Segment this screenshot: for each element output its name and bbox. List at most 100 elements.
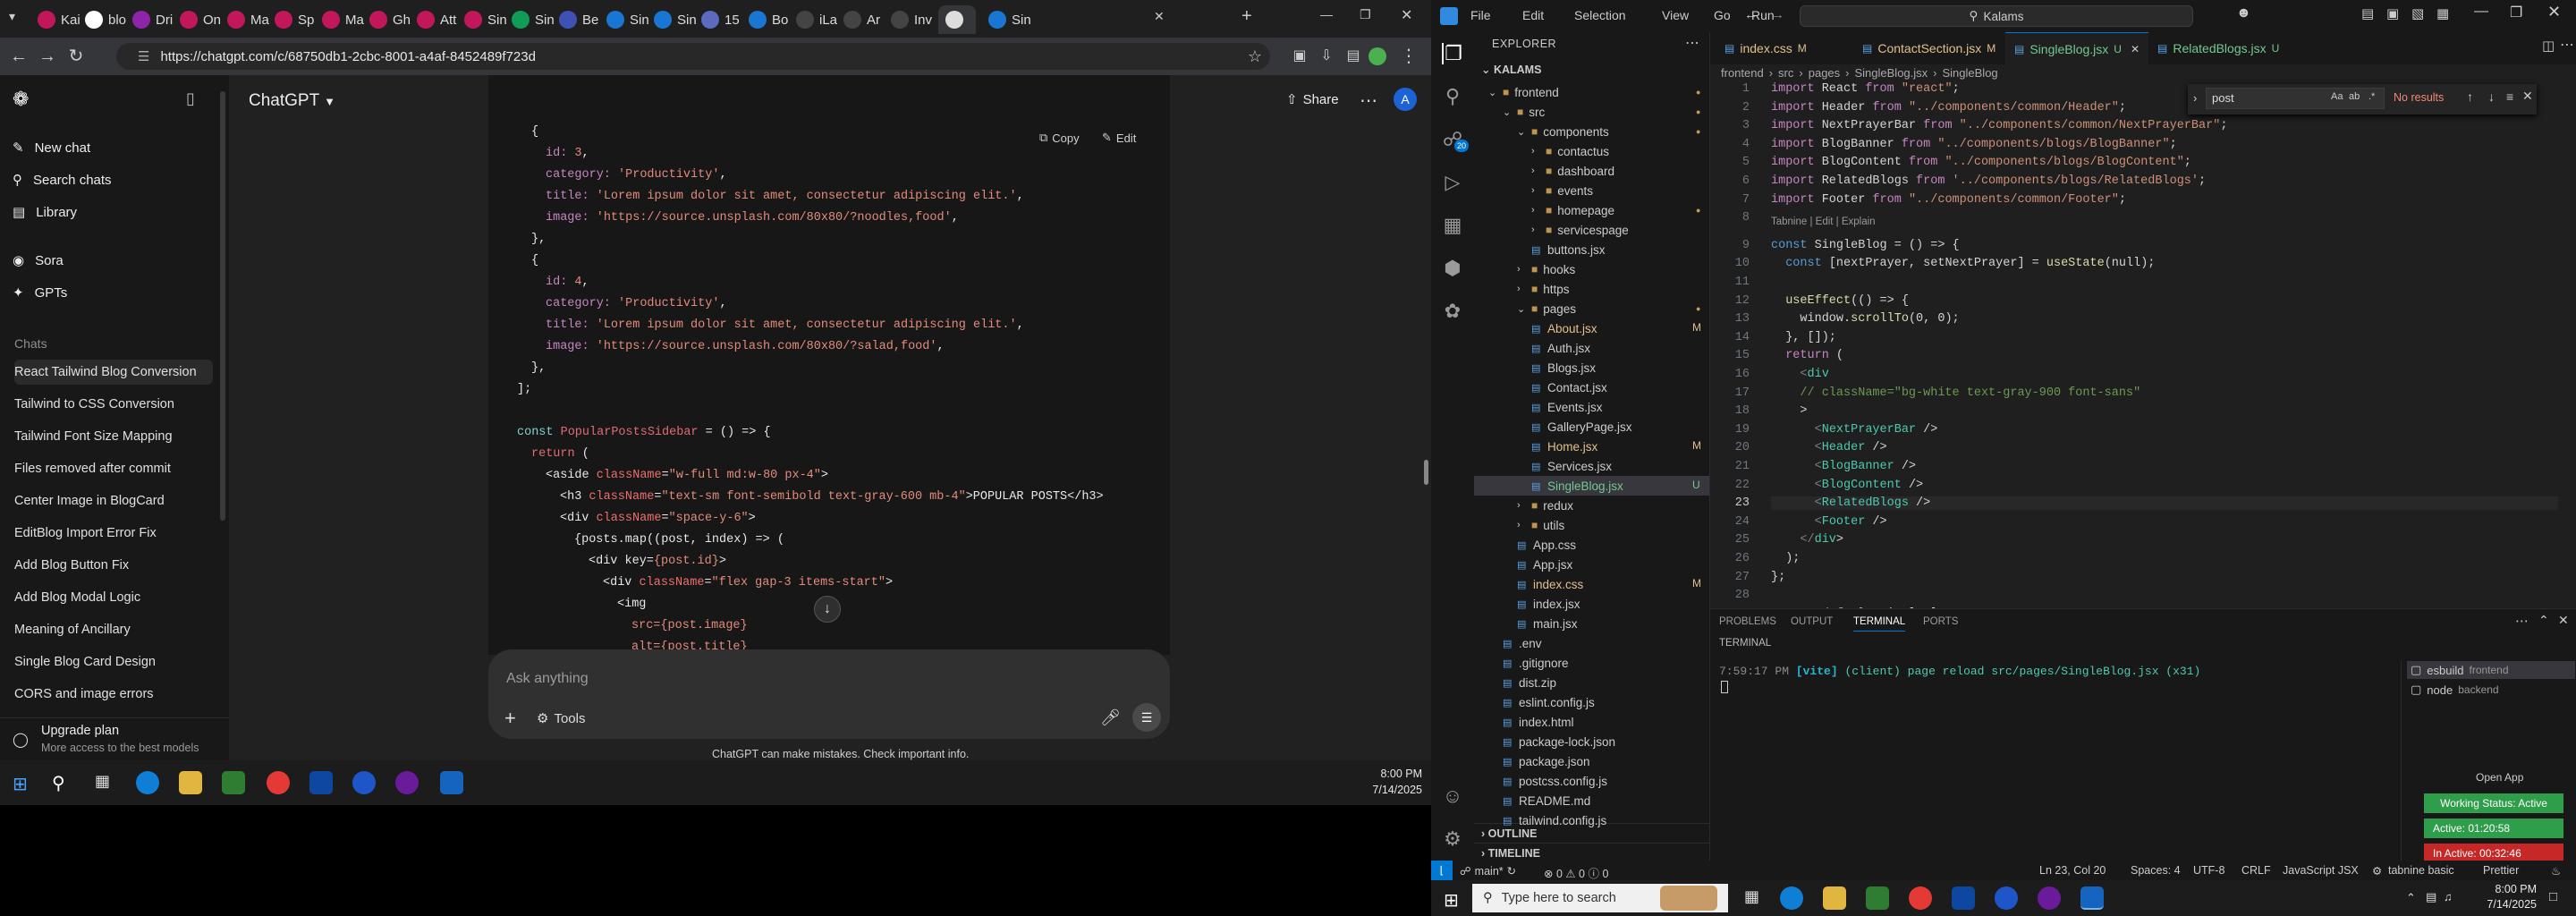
eol[interactable]: CRLF	[2241, 864, 2271, 877]
minimize-icon[interactable]: —	[2474, 4, 2488, 20]
browser-tab[interactable]: Sin	[654, 5, 697, 34]
tree-item[interactable]: ⌄ ■ src	[1474, 102, 1709, 122]
editor-tab[interactable]: ▤ SingleBlog.jsx U ✕	[2005, 32, 2149, 64]
search-icon[interactable]: ⚲	[52, 772, 65, 794]
tree-item[interactable]: ▤ README.md	[1474, 791, 1709, 810]
edge-icon[interactable]	[136, 771, 159, 794]
chat-scrollbar[interactable]	[1424, 460, 1428, 485]
mongodb-icon[interactable]: ✿	[1442, 301, 1463, 322]
tree-item[interactable]: ▤ package-lock.json	[1474, 732, 1709, 751]
chevron-right-icon[interactable]: ›	[2193, 91, 2197, 105]
toggle-sidebar-icon[interactable]: ▯	[186, 89, 195, 108]
nav-back-icon[interactable]: ←	[1744, 7, 1758, 22]
chat-history-item[interactable]: Meaning of Ancillary	[14, 617, 213, 642]
branch-status[interactable]: ☍ main* ↻	[1460, 864, 1516, 878]
terminal-output[interactable]: 7:59:17 PM [vite] (client) page reload s…	[1719, 665, 2200, 678]
minimize-icon[interactable]: —	[1320, 7, 1333, 21]
file-explorer-icon[interactable]	[179, 771, 202, 794]
browser-tab[interactable]: Att	[417, 5, 456, 34]
tree-item[interactable]: ▤ About.jsx	[1474, 318, 1709, 338]
more-actions-icon[interactable]: ⋯	[1685, 34, 1699, 52]
browser-tab[interactable]: Ma	[227, 5, 269, 34]
restore-icon[interactable]: ❐	[1360, 7, 1371, 22]
breadcrumb-item[interactable]: frontend	[1721, 66, 1764, 80]
extension-icon[interactable]: ▣	[1288, 45, 1311, 68]
language-mode[interactable]: JavaScript JSX	[2283, 864, 2359, 877]
accounts-icon[interactable]: ☺	[1442, 785, 1463, 807]
notifications-bell-icon[interactable]: ♨	[2551, 864, 2561, 878]
editor-tab[interactable]: ▤ ContactSection.jsx M	[1853, 32, 2004, 64]
split-editor-icon[interactable]: ◫	[2542, 38, 2555, 54]
close-icon[interactable]: ✕	[1154, 9, 1165, 24]
nav-search-chats[interactable]: ⚲ Search chats	[13, 165, 112, 195]
openai-logo-icon[interactable]: ❁	[13, 88, 29, 111]
prettier-status[interactable]: Prettier	[2483, 864, 2519, 877]
manage-gear-icon[interactable]: ⚙	[1442, 828, 1463, 850]
tree-item[interactable]: ▤ index.html	[1474, 712, 1709, 732]
chat-history-item[interactable]: Files removed after commit	[14, 456, 213, 481]
breadcrumb-item[interactable]: pages	[1809, 66, 1840, 80]
editor-more-icon[interactable]: ⋯	[2560, 36, 2574, 54]
scroll-down-arrow-icon[interactable]: ↓	[814, 596, 841, 623]
browser-menu-icon[interactable]: ⋮	[1397, 45, 1420, 68]
chat-history-item[interactable]: Tailwind to CSS Conversion	[14, 392, 213, 417]
layout-panel-icon[interactable]: ▣	[2386, 5, 2399, 21]
tree-item[interactable]: › ■ servicespage	[1474, 220, 1709, 240]
terminal-item-esbuild[interactable]: ▢ esbuild frontend	[2407, 661, 2575, 679]
remote-indicator-icon[interactable]: ⌊	[1431, 861, 1453, 880]
browser-tab[interactable]: Sin	[988, 5, 1031, 34]
chrome-icon[interactable]	[1909, 886, 1932, 910]
layout-secondary-icon[interactable]: ▧	[2411, 5, 2424, 21]
browser-tab[interactable]: Dri	[132, 5, 173, 34]
chat-history-item[interactable]: Tailwind Font Size Mapping	[14, 424, 213, 449]
tree-item[interactable]: ▤ postcss.config.js	[1474, 771, 1709, 791]
zoom-icon[interactable]	[1995, 886, 2018, 910]
tree-item[interactable]: ▤ GalleryPage.jsx	[1474, 417, 1709, 437]
share-button[interactable]: ⇧ Share	[1286, 91, 1339, 108]
tree-item[interactable]: ▤ Contact.jsx	[1474, 377, 1709, 397]
tree-item[interactable]: › ■ contactus	[1474, 141, 1709, 161]
browser-tab[interactable]: Be	[559, 5, 598, 34]
menu-selection[interactable]: Selection	[1574, 8, 1626, 22]
layout-sidebar-icon[interactable]: ▤	[2361, 5, 2374, 21]
settings-sync-icon[interactable]: ⚙	[2372, 864, 2382, 878]
panel-more-icon[interactable]: ⋯	[2515, 613, 2529, 629]
working-status[interactable]: Working Status: Active	[2424, 793, 2563, 813]
tree-item[interactable]: ⌄ ■ pages	[1474, 299, 1709, 318]
tree-item[interactable]: ▤ App.jsx	[1474, 555, 1709, 574]
browser-tab[interactable]: iLa	[796, 5, 837, 34]
panel-tab-output[interactable]: OUTPUT	[1791, 616, 1833, 627]
windows-start-icon[interactable]: ⊞	[1444, 889, 1459, 912]
browser-tab[interactable]: Ar	[843, 5, 880, 34]
zoom-icon[interactable]	[352, 771, 376, 794]
model-selector[interactable]: ChatGPT ▼	[249, 91, 335, 111]
nav-sora[interactable]: ◉ Sora	[13, 245, 64, 276]
vscode-icon[interactable]	[2080, 886, 2104, 910]
breadcrumb-item[interactable]: SingleBlog	[1943, 66, 1998, 80]
store-icon[interactable]	[222, 771, 245, 794]
search-icon[interactable]: ⚲	[1442, 86, 1463, 107]
tree-item[interactable]: › ■ events	[1474, 181, 1709, 200]
sidebar-scrollbar[interactable]	[220, 91, 225, 521]
codelens[interactable]: Tabnine | Edit | Explain	[1771, 216, 1876, 227]
close-icon[interactable]: ✕	[2522, 89, 2533, 104]
windows-start-icon[interactable]: ⊞	[13, 773, 28, 795]
editor-tab[interactable]: ▤ RelatedBlogs.jsx U	[2148, 32, 2288, 64]
find-in-selection-icon[interactable]: ≡	[2506, 89, 2513, 104]
browser-tab[interactable]	[938, 5, 976, 34]
browser-tab[interactable]: Gh	[369, 5, 411, 34]
copilot-icon[interactable]: ☻	[2236, 5, 2251, 21]
tree-item[interactable]: › ■ utils	[1474, 515, 1709, 535]
vscode-alt-icon[interactable]	[309, 771, 333, 794]
explorer-icon[interactable]: ❐	[1442, 43, 1463, 64]
timeline-section[interactable]: › TIMELINE	[1474, 843, 1710, 862]
forward-icon[interactable]: →	[36, 45, 59, 68]
tree-item[interactable]: ⌄ ■ frontend	[1474, 82, 1709, 102]
chat-history-item[interactable]: Center Image in BlogCard	[14, 488, 213, 513]
menu-file[interactable]: File	[1470, 8, 1491, 22]
browser-tab[interactable]: Sp	[275, 5, 314, 34]
tree-item[interactable]: ▤ .env	[1474, 633, 1709, 653]
problems-status[interactable]: ⊗ 0 ⚠ 0 ⓘ 0	[1544, 864, 1608, 880]
tree-item[interactable]: › ■ homepage	[1474, 200, 1709, 220]
profile-avatar[interactable]	[1368, 47, 1386, 65]
